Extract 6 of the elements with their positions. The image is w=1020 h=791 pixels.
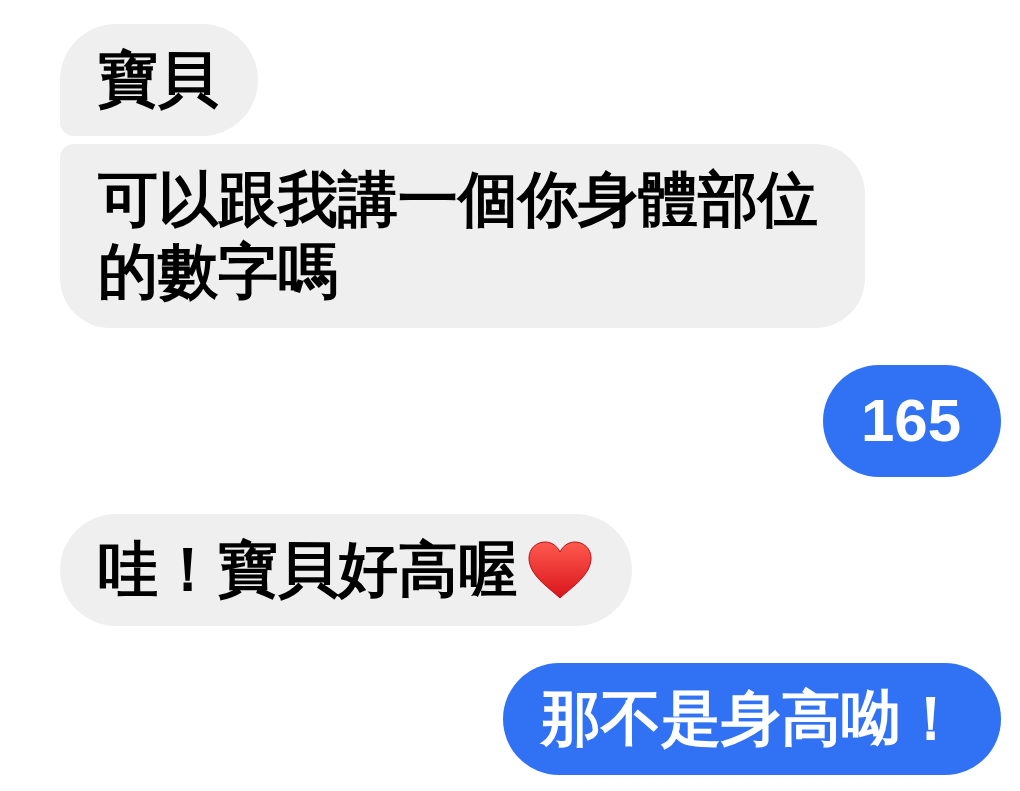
message-text: 寶貝 xyxy=(98,45,218,115)
message-text: 那不是身高呦！ xyxy=(541,684,961,754)
heart-icon xyxy=(528,541,592,599)
message-text: 可以跟我講一個你身體部位的數字嗎 xyxy=(98,165,819,307)
message-text: 165 xyxy=(860,386,961,456)
message-text: 哇！寶貝好高喔 xyxy=(98,535,518,605)
